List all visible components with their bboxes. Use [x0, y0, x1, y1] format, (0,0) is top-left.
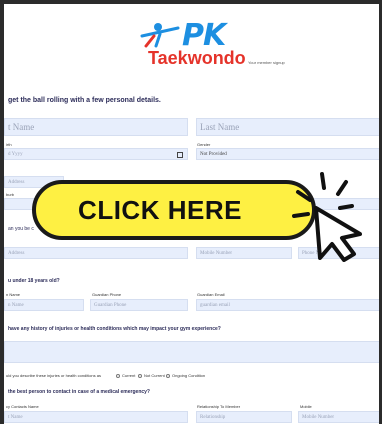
cursor-click-icon: [292, 172, 362, 262]
guardian-name-input[interactable]: n Name: [4, 299, 84, 311]
logo-taekwondo-text: Taekwondo: [148, 48, 246, 68]
radio-ongoing-label: Ongoing Condition: [172, 373, 206, 378]
relationship-input[interactable]: Relationship: [196, 411, 292, 423]
radio-not-current-dot[interactable]: [138, 373, 142, 378]
birth-date-input[interactable]: d Yyyy: [4, 148, 188, 160]
radio-current-label: Current: [122, 373, 136, 378]
frame-left-border: [0, 0, 4, 424]
pk-taekwondo-logo: PK Taekwondo: [140, 18, 260, 68]
suburb-label: burb: [6, 192, 15, 197]
birth-label: irth: [6, 142, 12, 147]
guardian-name-label: n Name: [6, 292, 21, 297]
ec-mobile-input[interactable]: Mobile Number: [298, 411, 380, 423]
radio-not-current[interactable]: Not Current: [138, 373, 165, 378]
under-18-heading: u under 18 years old?: [8, 278, 60, 284]
ec-name-input[interactable]: t Name: [4, 411, 188, 423]
frame-top-border: [0, 0, 382, 4]
guardian-phone-input[interactable]: Guardian Phone: [90, 299, 188, 311]
first-name-input[interactable]: t Name: [4, 118, 188, 136]
emergency-heading: the best person to contact in case of a …: [8, 389, 150, 395]
describe-label: uld you describe these injuries or healt…: [6, 373, 101, 378]
last-name-input[interactable]: Last Name: [196, 118, 380, 136]
ec-mobile-label: Mobile: [300, 404, 312, 409]
guardian-email-input[interactable]: guardian email: [196, 299, 380, 311]
signup-page: PK Taekwondo Your member signup get the …: [0, 0, 382, 424]
gender-select[interactable]: Not Provided: [196, 148, 380, 160]
ec-name-label: cy Contacts Name: [6, 404, 39, 409]
guardian-phone-label: Guardian Phone: [92, 292, 122, 297]
health-heading: have any history of injuries or health c…: [8, 326, 221, 332]
cta-label[interactable]: CLICK HERE: [30, 180, 290, 240]
click-here-cta[interactable]: CLICK HERE: [30, 166, 362, 262]
calendar-icon[interactable]: [177, 152, 183, 158]
radio-current-dot[interactable]: [116, 373, 120, 378]
relationship-label: Relationship To Member: [197, 404, 241, 409]
guardian-email-label: Guardian Email: [197, 292, 225, 297]
kicking-figure-icon: [140, 23, 180, 48]
health-conditions-textarea[interactable]: [4, 341, 380, 363]
radio-ongoing-dot[interactable]: [166, 373, 170, 378]
personal-details-heading: get the ball rolling with a few personal…: [8, 97, 161, 104]
gender-label: Gender: [197, 142, 211, 147]
radio-not-current-label: Not Current: [144, 373, 165, 378]
radio-ongoing[interactable]: Ongoing Condition: [166, 373, 205, 378]
logo-tagline: Your member signup: [248, 60, 285, 65]
birth-date-placeholder: d Yyyy: [8, 151, 23, 157]
radio-current[interactable]: Current: [116, 373, 135, 378]
